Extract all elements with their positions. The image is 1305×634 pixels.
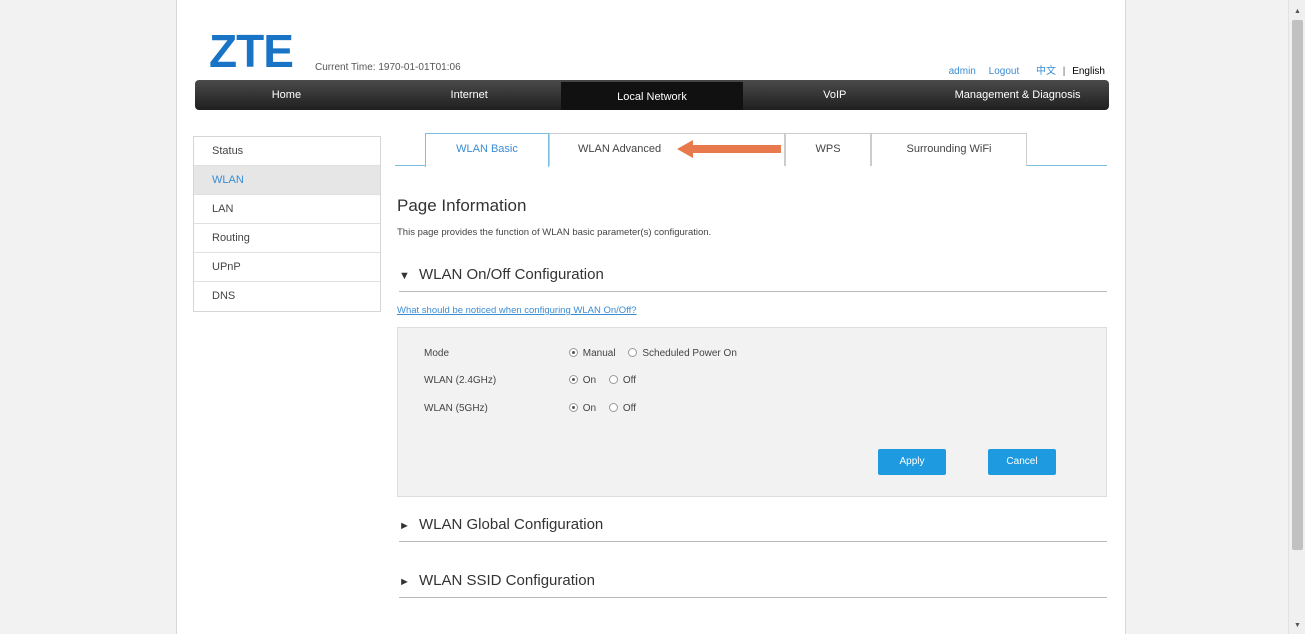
- wlan5-label: WLAN (5GHz): [424, 403, 488, 414]
- wlan24-off-radio[interactable]: [608, 375, 618, 384]
- triangle-right-icon: ►: [399, 520, 410, 532]
- mode-scheduled-label: Scheduled Power On: [642, 348, 737, 359]
- logout-link[interactable]: Logout: [989, 66, 1020, 77]
- tab-wlan-basic[interactable]: WLAN Basic: [425, 133, 549, 167]
- wlan5-row: WLAN (5GHz) On Off: [424, 403, 646, 414]
- lang-chinese-link[interactable]: 中文: [1036, 66, 1056, 77]
- section-wlan-ssid[interactable]: ► WLAN SSID Configuration: [399, 572, 1107, 598]
- sidebar-item-routing[interactable]: Routing: [194, 224, 380, 253]
- lang-separator: |: [1062, 66, 1066, 77]
- scroll-up-icon[interactable]: ▲: [1289, 6, 1305, 18]
- section-title: WLAN On/Off Configuration: [419, 266, 604, 283]
- nav-local-network[interactable]: Local Network: [560, 80, 744, 110]
- sidebar-item-status[interactable]: Status: [194, 137, 380, 166]
- header-links: admin Logout 中文 | English: [939, 62, 1105, 77]
- wlan5-on-label: On: [582, 403, 597, 414]
- mode-label: Mode: [424, 348, 450, 359]
- tab-wps[interactable]: WPS: [785, 133, 871, 166]
- cancel-button[interactable]: Cancel: [988, 449, 1056, 475]
- wlan24-off-label: Off: [622, 375, 637, 386]
- wlan5-on-radio[interactable]: [568, 403, 578, 412]
- tab-surrounding-wifi[interactable]: Surrounding WiFi: [871, 133, 1027, 166]
- wlan24-label: WLAN (2.4GHz): [424, 375, 497, 386]
- sidebar: Status WLAN LAN Routing UPnP DNS: [193, 136, 381, 312]
- current-time: Current Time: 1970-01-01T01:06: [315, 62, 461, 73]
- nav-voip[interactable]: VoIP: [743, 80, 926, 110]
- wlan-onoff-form: Mode Manual Scheduled Power On WLAN (2.4…: [397, 327, 1107, 497]
- sidebar-item-wlan[interactable]: WLAN: [194, 166, 380, 195]
- pointer-arrow-icon: [677, 140, 781, 158]
- main-nav: Home Internet Local Network VoIP Managem…: [195, 80, 1109, 110]
- wlan24-on-label: On: [582, 375, 597, 386]
- apply-button[interactable]: Apply: [878, 449, 946, 475]
- section-wlan-onoff[interactable]: ▼ WLAN On/Off Configuration: [399, 266, 1107, 292]
- nav-management-diagnosis[interactable]: Management & Diagnosis: [926, 80, 1109, 110]
- mode-manual-radio[interactable]: [568, 348, 578, 357]
- page-content: ZTE Current Time: 1970-01-01T01:06 admin…: [176, 0, 1126, 634]
- wlan5-off-label: Off: [622, 403, 637, 414]
- vertical-scrollbar[interactable]: ▲ ▼: [1288, 0, 1305, 634]
- mode-row: Mode Manual Scheduled Power On: [424, 348, 747, 359]
- sidebar-item-lan[interactable]: LAN: [194, 195, 380, 224]
- triangle-right-icon: ►: [399, 576, 410, 588]
- page-description: This page provides the function of WLAN …: [397, 227, 712, 238]
- mode-scheduled-radio[interactable]: [628, 348, 638, 357]
- sidebar-item-upnp[interactable]: UPnP: [194, 253, 380, 282]
- scroll-thumb[interactable]: [1292, 20, 1303, 550]
- scroll-down-icon[interactable]: ▼: [1289, 620, 1305, 632]
- triangle-down-icon: ▼: [399, 270, 410, 282]
- section-wlan-global[interactable]: ► WLAN Global Configuration: [399, 516, 1107, 542]
- nav-internet[interactable]: Internet: [378, 80, 561, 110]
- mode-manual-label: Manual: [582, 348, 616, 359]
- section-title: WLAN Global Configuration: [419, 516, 604, 533]
- wlan24-on-radio[interactable]: [568, 375, 578, 384]
- wlan24-row: WLAN (2.4GHz) On Off: [424, 375, 646, 386]
- zte-logo: ZTE: [209, 25, 294, 77]
- page-title: Page Information: [397, 196, 527, 215]
- wlan5-off-radio[interactable]: [608, 403, 618, 412]
- sidebar-item-dns[interactable]: DNS: [194, 282, 380, 311]
- section-title: WLAN SSID Configuration: [419, 572, 595, 589]
- username-link[interactable]: admin: [949, 66, 976, 77]
- nav-home[interactable]: Home: [195, 80, 378, 110]
- lang-english-link[interactable]: English: [1072, 66, 1105, 77]
- help-link[interactable]: What should be noticed when configuring …: [397, 305, 637, 316]
